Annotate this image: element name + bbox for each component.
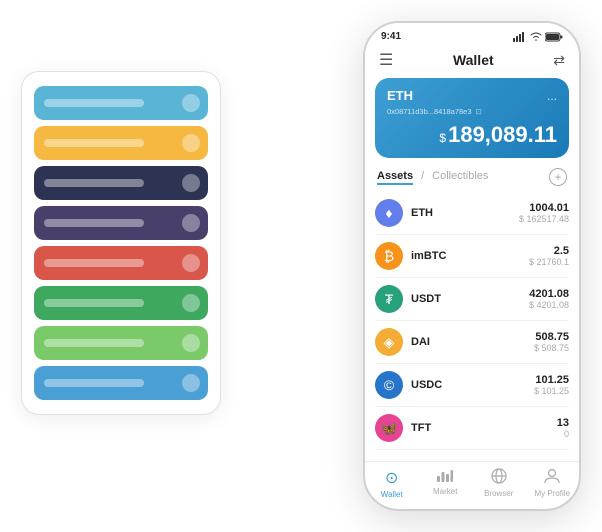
asset-item-usdc[interactable]: © USDC101.25$ 101.25 [375, 364, 569, 407]
asset-icon-tft: 🦋 [375, 414, 403, 442]
add-asset-button[interactable]: + [549, 168, 567, 186]
eth-card[interactable]: ETH ... 0x08711d3b...8418a78e3 ⊡ $189,08… [375, 78, 569, 158]
card-item-2[interactable] [34, 166, 208, 200]
asset-item-eth[interactable]: ♦ ETH1004.01$ 162517.48 [375, 192, 569, 235]
eth-card-header: ETH ... [387, 88, 557, 103]
market-nav-label: Market [433, 487, 457, 496]
signal-icon [513, 32, 527, 42]
asset-name-usdt: USDT [411, 293, 529, 305]
card-item-1[interactable] [34, 126, 208, 160]
card-item-3[interactable] [34, 206, 208, 240]
eth-card-amount: $189,089.11 [387, 122, 557, 148]
nav-browser[interactable]: Browser [472, 468, 526, 499]
nav-profile[interactable]: My Profile [526, 468, 580, 499]
asset-name-tft: TFT [411, 422, 557, 434]
status-time: 9:41 [381, 31, 401, 42]
wifi-icon [530, 32, 542, 42]
status-icons [513, 32, 563, 42]
asset-name-eth: ETH [411, 207, 519, 219]
tab-assets[interactable]: Assets [377, 170, 413, 185]
card-item-7[interactable] [34, 366, 208, 400]
asset-amounts-usdt: 4201.08$ 4201.08 [529, 288, 569, 310]
asset-icon-dai: ◈ [375, 328, 403, 356]
eth-card-address: 0x08711d3b...8418a78e3 ⊡ [387, 107, 557, 116]
browser-nav-icon [491, 468, 507, 487]
phone-title: Wallet [453, 52, 494, 68]
card-item-6[interactable] [34, 326, 208, 360]
battery-icon [545, 32, 563, 42]
profile-nav-icon [544, 468, 560, 487]
asset-item-imbtc[interactable]: ₿ imBTC2.5$ 21760.1 [375, 235, 569, 278]
asset-name-usdc: USDC [411, 379, 534, 391]
asset-amounts-usdc: 101.25$ 101.25 [534, 374, 569, 396]
asset-amounts-dai: 508.75$ 508.75 [534, 331, 569, 353]
asset-amounts-tft: 130 [557, 417, 569, 439]
card-item-0[interactable] [34, 86, 208, 120]
asset-name-imbtc: imBTC [411, 250, 529, 262]
card-item-4[interactable] [34, 246, 208, 280]
eth-card-coin: ETH [387, 88, 413, 103]
asset-list: ♦ ETH1004.01$ 162517.48 ₿ imBTC2.5$ 21760.1… [365, 192, 579, 461]
asset-icon-eth: ♦ [375, 199, 403, 227]
asset-icon-usdc: © [375, 371, 403, 399]
assets-tabs: Assets / Collectibles [377, 170, 488, 185]
nav-market[interactable]: Market [419, 468, 473, 499]
asset-item-dai[interactable]: ◈ DAI508.75$ 508.75 [375, 321, 569, 364]
asset-amounts-imbtc: 2.5$ 21760.1 [529, 245, 569, 267]
card-item-5[interactable] [34, 286, 208, 320]
wallet-nav-icon: ⊙ [385, 468, 398, 488]
asset-item-tft[interactable]: 🦋 TFT130 [375, 407, 569, 450]
phone-mockup: 9:41 [363, 21, 581, 511]
menu-icon[interactable]: ☰ [379, 50, 393, 70]
card-stack [21, 71, 221, 415]
scan-icon[interactable]: ⇄ [553, 52, 565, 69]
eth-card-more[interactable]: ... [547, 89, 557, 103]
profile-nav-label: My Profile [534, 489, 570, 498]
bottom-nav: ⊙ Wallet Market Browser My Profile [365, 461, 579, 509]
market-nav-icon [437, 468, 453, 485]
tab-collectibles[interactable]: Collectibles [432, 170, 488, 185]
assets-header: Assets / Collectibles + [365, 168, 579, 192]
scene: 9:41 [11, 11, 591, 521]
nav-wallet[interactable]: ⊙ Wallet [365, 468, 419, 499]
asset-name-dai: DAI [411, 336, 534, 348]
wallet-nav-label: Wallet [381, 490, 403, 499]
asset-icon-imbtc: ₿ [375, 242, 403, 270]
asset-icon-usdt: ₮ [375, 285, 403, 313]
asset-amounts-eth: 1004.01$ 162517.48 [519, 202, 569, 224]
browser-nav-label: Browser [484, 489, 513, 498]
status-bar: 9:41 [365, 23, 579, 46]
asset-item-usdt[interactable]: ₮ USDT4201.08$ 4201.08 [375, 278, 569, 321]
phone-header: ☰ Wallet ⇄ [365, 46, 579, 78]
